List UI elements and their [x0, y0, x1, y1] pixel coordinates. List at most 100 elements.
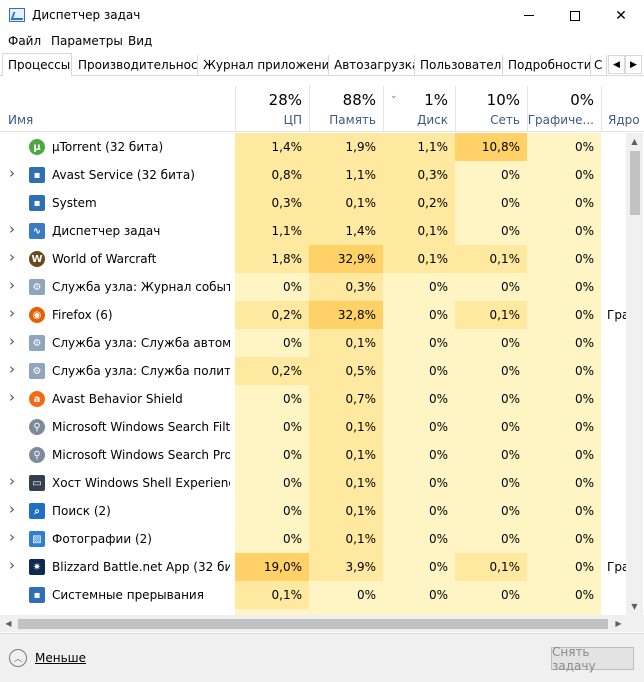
vertical-scrollbar[interactable]: ▲ ▼ — [626, 133, 643, 615]
process-row[interactable]: › W World of Warcraft 1,8% 32,9% 0,1% 0,1% 0% — [0, 245, 626, 273]
gpu-engine-cell — [601, 189, 626, 217]
network-cell: 0% — [455, 161, 527, 189]
process-row[interactable]: ⚲ Microsoft Windows Search Prot... 0% 0,1% 0… — [0, 441, 626, 469]
process-row[interactable]: ›⚙Служба узла: Журнал событи...0%0,3%0%0… — [0, 273, 626, 301]
cpu-cell: 1,8% — [235, 245, 309, 273]
maximize-button[interactable] — [552, 0, 598, 31]
process-row[interactable]: › a Avast Behavior Shield 0% 0,7% 0% 0% 0% — [0, 385, 626, 413]
network-cell: 0% — [455, 273, 527, 301]
column-memory[interactable]: 88% Память — [309, 86, 383, 132]
process-row[interactable]: ▪ System 0,3% 0,1% 0,2% 0% 0% — [0, 189, 626, 217]
cpu-cell: 0% — [235, 273, 309, 301]
expand-chevron-icon[interactable]: › — [9, 360, 15, 378]
network-cell: 10,8% — [455, 133, 527, 161]
process-row[interactable]: › ⌕ Поиск (2) 0% 0,1% 0% 0% 0% — [0, 497, 626, 525]
expand-chevron-icon[interactable]: › — [9, 332, 15, 350]
gpu-engine-cell — [601, 133, 626, 161]
process-row[interactable]: µ µTorrent (32 бита) 1,4% 1,9% 1,1% 10,8% 0% — [0, 133, 626, 161]
scroll-down-button[interactable]: ▼ — [626, 598, 643, 615]
tab-scroll-left-button[interactable]: ◀ — [608, 55, 625, 74]
scroll-up-button[interactable]: ▲ — [626, 133, 643, 150]
expand-chevron-icon[interactable]: › — [9, 556, 15, 574]
collapse-icon[interactable]: ︿ — [9, 649, 27, 667]
disk-cell: 0% — [383, 413, 455, 441]
cpu-cell: 0,3% — [235, 189, 309, 217]
expand-chevron-icon[interactable]: › — [9, 220, 15, 238]
chevron-left-icon: ◀ — [613, 59, 620, 70]
end-task-button[interactable]: Снять задачу — [551, 645, 634, 673]
expand-chevron-icon[interactable]: › — [9, 528, 15, 546]
gpu-engine-cell: Гра — [601, 301, 626, 329]
tab-scroll-right-button[interactable]: ▶ — [625, 55, 642, 74]
gpu-cell: 0% — [527, 441, 601, 469]
column-gpu-engine[interactable]: Ядро г — [601, 86, 644, 132]
column-cpu[interactable]: 28% ЦП — [235, 86, 309, 132]
gpu-cell: 0% — [527, 161, 601, 189]
vertical-scroll-thumb[interactable] — [630, 151, 640, 215]
process-row[interactable]: › ∿ Диспетчер задач 1,1% 1,4% 0,1% 0% 0% — [0, 217, 626, 245]
footer-bar: ︿ Меньше Снять задачу — [0, 633, 644, 682]
scroll-right-button[interactable]: ▶ — [610, 615, 627, 632]
tab-services[interactable]: С — [591, 55, 607, 76]
horizontal-scroll-thumb[interactable] — [18, 619, 608, 629]
column-name[interactable]: Имя — [8, 113, 33, 127]
column-disk[interactable]: ⌄ 1% Диск — [383, 86, 455, 132]
process-name: Avast Behavior Shield — [52, 392, 183, 406]
disk-cell: 0% — [383, 385, 455, 413]
process-row[interactable]: › ▪ Avast Service (32 бита) 0,8% 1,1% 0,3% 0% 0… — [0, 161, 626, 189]
expand-chevron-icon[interactable]: › — [9, 388, 15, 406]
memory-cell: 0,1% — [309, 525, 383, 553]
disk-cell: 0,1% — [383, 217, 455, 245]
tab-performance[interactable]: Производительность — [73, 55, 198, 76]
tab-details[interactable]: Подробности — [503, 55, 591, 76]
expand-chevron-icon[interactable]: › — [9, 164, 15, 182]
process-row[interactable]: ⚲ Microsoft Windows Search Filte... 0% 0,1%… — [0, 413, 626, 441]
system-window-icon: ▪ — [29, 195, 45, 211]
gpu-cell: 0% — [527, 525, 601, 553]
cpu-cell: 0% — [235, 385, 309, 413]
expand-chevron-icon[interactable]: › — [9, 276, 15, 294]
tab-startup[interactable]: Автозагрузка — [329, 55, 415, 76]
memory-cell: 0,1% — [309, 469, 383, 497]
process-row[interactable]: › ✷ Blizzard Battle.net App (32 бита... 19,… — [0, 553, 626, 581]
horizontal-scrollbar[interactable]: ◀ ▶ — [0, 615, 644, 632]
gpu-cell: 0% — [527, 469, 601, 497]
expand-chevron-icon[interactable]: › — [9, 472, 15, 490]
expand-chevron-icon[interactable]: › — [9, 304, 15, 322]
disk-cell: 0% — [383, 273, 455, 301]
process-row[interactable]: › ▭ Хост Windows Shell Experience 0% 0,1% 0% 0… — [0, 469, 626, 497]
menu-view[interactable]: Вид — [128, 34, 152, 48]
expand-chevron-icon[interactable]: › — [9, 248, 15, 266]
expand-chevron-icon[interactable]: › — [9, 500, 15, 518]
memory-cell: 0,1% — [309, 441, 383, 469]
memory-cell: 0,1% — [309, 497, 383, 525]
fewer-details-link[interactable]: Меньше — [35, 651, 86, 665]
gpu-cell: 0% — [527, 553, 601, 581]
memory-cell: 1,9% — [309, 133, 383, 161]
process-name: World of Warcraft — [52, 252, 157, 266]
cpu-cell: 0% — [235, 329, 309, 357]
process-name: Microsoft Windows Search Filte... — [52, 420, 230, 434]
memory-label: Память — [329, 113, 376, 127]
process-row[interactable]: › ⚙ Служба узла: Служба политик... 0,2%0,5%… — [0, 357, 626, 385]
cpu-cell: 0% — [235, 413, 309, 441]
memory-cell: 0,7% — [309, 385, 383, 413]
menu-file[interactable]: Файл — [8, 34, 41, 48]
memory-cell: 32,8% — [309, 301, 383, 329]
tab-users[interactable]: Пользователи — [415, 55, 503, 76]
process-row[interactable]: ›⚙Служба узла: Служба автомат...0%0,1%0%… — [0, 329, 626, 357]
network-cell: 0% — [455, 189, 527, 217]
column-gpu[interactable]: 0% Графиче... — [527, 86, 601, 132]
tab-app-history[interactable]: Журнал приложений — [198, 55, 329, 76]
process-row[interactable]: ▪ Системные прерывания 0,1% 0% 0% 0% 0% — [0, 581, 626, 609]
close-button[interactable]: ✕ — [598, 0, 644, 31]
scroll-left-button[interactable]: ◀ — [0, 615, 17, 632]
minimize-button[interactable] — [506, 0, 552, 31]
process-row[interactable]: › ▨ Фотографии (2) 0% 0,1% 0% 0% 0% — [0, 525, 626, 553]
column-network[interactable]: 10% Сеть — [455, 86, 527, 132]
gpu-cell: 0% — [527, 301, 601, 329]
process-row[interactable]: › ◉ Firefox (6) 0,2% 32,8% 0% 0,1% 0% Гра — [0, 301, 626, 329]
menu-options[interactable]: Параметры — [51, 34, 123, 48]
tab-processes[interactable]: Процессы — [2, 53, 72, 77]
network-cell: 0% — [455, 413, 527, 441]
